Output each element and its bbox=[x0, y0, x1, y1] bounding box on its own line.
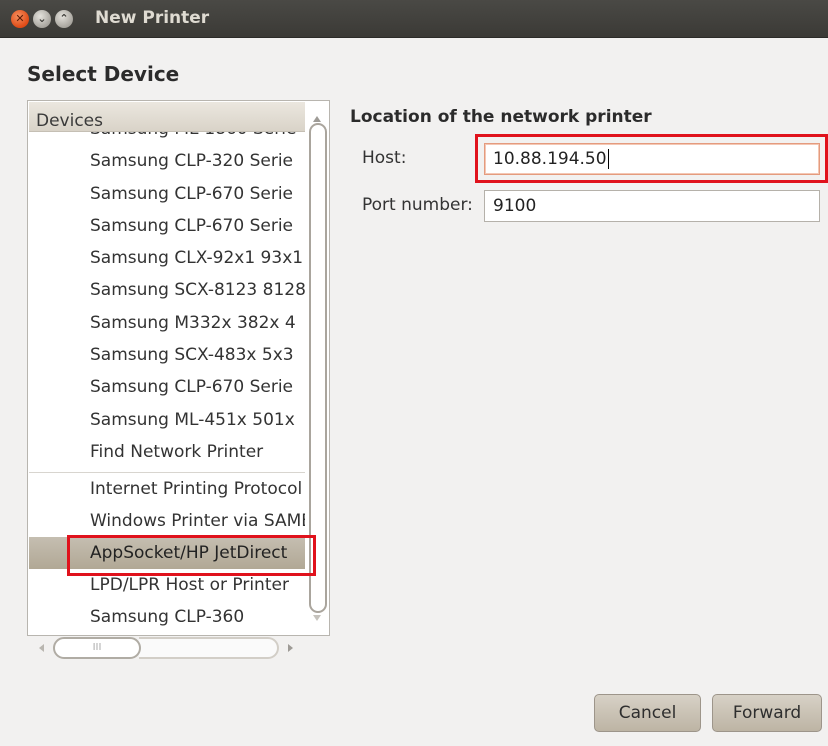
scroll-right-icon[interactable] bbox=[288, 644, 293, 652]
title-bar: ✕ ⌄ ⌃ New Printer bbox=[0, 0, 828, 38]
window-title: New Printer bbox=[95, 8, 210, 28]
horizontal-scroll-track[interactable] bbox=[139, 637, 279, 659]
page-title: Select Device bbox=[27, 62, 180, 86]
text-caret bbox=[607, 149, 609, 169]
host-label: Host: bbox=[362, 148, 407, 168]
scroll-up-icon[interactable] bbox=[313, 116, 321, 122]
list-item[interactable]: Samsung CLP-670 Serie bbox=[29, 371, 305, 403]
list-item[interactable]: Samsung CLP-670 Serie bbox=[29, 178, 305, 210]
scroll-down-icon[interactable] bbox=[313, 615, 321, 621]
list-item[interactable]: Samsung CLX-92x1 93x1 bbox=[29, 242, 305, 274]
list-item[interactable]: Samsung CLP-320 Serie bbox=[29, 145, 305, 177]
list-item[interactable]: Samsung SCX-483x 5x3 bbox=[29, 339, 305, 371]
forward-button[interactable]: Forward bbox=[712, 694, 822, 732]
port-value: 9100 bbox=[493, 196, 537, 216]
horizontal-scroll-thumb[interactable]: III bbox=[53, 637, 141, 659]
list-item[interactable]: Samsung ML-1860 Serie bbox=[29, 132, 305, 145]
list-item[interactable]: Samsung CLP-670 Serie bbox=[29, 210, 305, 242]
list-item[interactable]: Samsung ML-451x 501x bbox=[29, 404, 305, 436]
device-list[interactable]: Devices Samsung ML-1860 SerieSamsung CLP… bbox=[27, 100, 330, 636]
section-title: Location of the network printer bbox=[350, 107, 652, 127]
host-value: 10.88.194.50 bbox=[493, 149, 607, 169]
close-icon[interactable]: ✕ bbox=[11, 10, 29, 28]
cancel-button[interactable]: Cancel bbox=[594, 694, 701, 732]
horizontal-scrollbar[interactable]: III bbox=[27, 637, 303, 659]
port-field[interactable]: 9100 bbox=[484, 190, 820, 222]
device-list-items: Samsung ML-1860 SerieSamsung CLP-320 Ser… bbox=[29, 132, 305, 634]
list-item[interactable]: Samsung CLP-360 bbox=[29, 601, 305, 633]
list-item[interactable]: Samsung SCX-8123 8128 bbox=[29, 274, 305, 306]
device-list-viewport: Samsung ML-1860 SerieSamsung CLP-320 Ser… bbox=[29, 132, 305, 635]
list-item[interactable]: Windows Printer via SAMBA bbox=[29, 505, 305, 537]
port-label: Port number: bbox=[362, 195, 473, 215]
device-list-header[interactable]: Devices bbox=[29, 102, 305, 132]
minimize-icon[interactable]: ⌄ bbox=[33, 10, 51, 28]
vertical-scroll-thumb[interactable] bbox=[309, 123, 327, 613]
host-field[interactable]: 10.88.194.50 bbox=[484, 143, 820, 175]
vertical-scrollbar[interactable] bbox=[307, 102, 329, 635]
list-item[interactable]: AppSocket/HP JetDirect bbox=[29, 536, 305, 570]
list-item[interactable]: Find Network Printer bbox=[29, 436, 305, 468]
list-item[interactable]: LPD/LPR Host or Printer bbox=[29, 569, 305, 601]
list-item[interactable]: Internet Printing Protocol bbox=[29, 472, 305, 504]
scroll-left-icon[interactable] bbox=[39, 644, 44, 652]
maximize-icon[interactable]: ⌃ bbox=[55, 10, 73, 28]
list-item[interactable]: Samsung M332x 382x 4 bbox=[29, 307, 305, 339]
